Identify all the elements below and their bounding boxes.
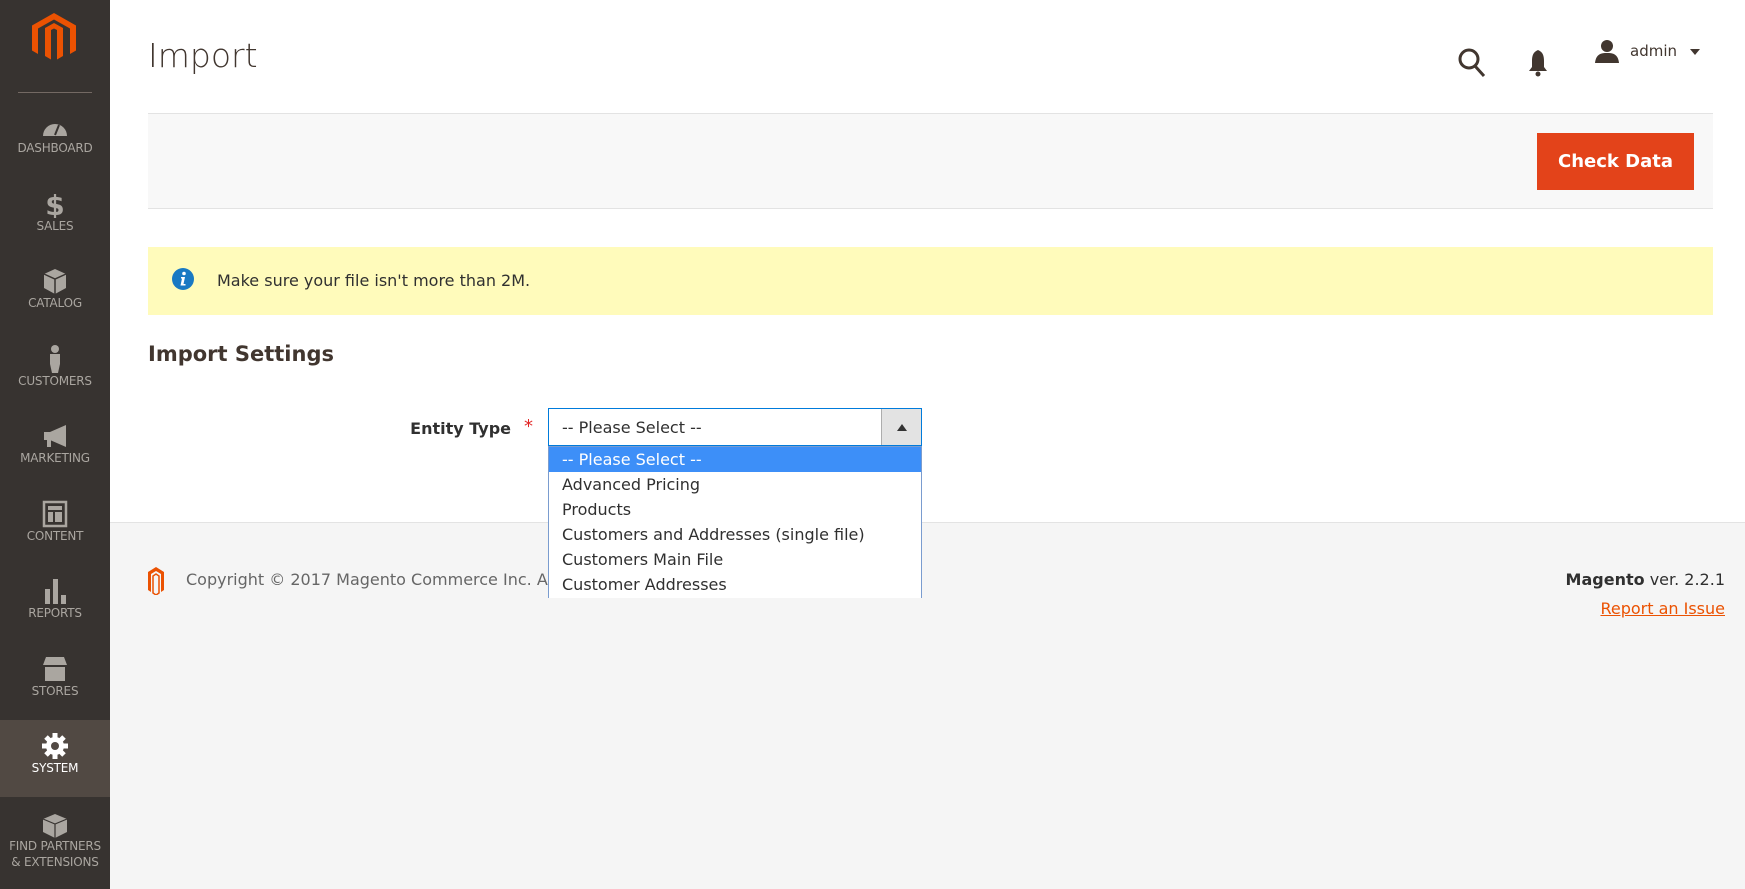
entity-type-options[interactable]: -- Please Select -- Advanced Pricing Produ…: [548, 446, 922, 598]
gear-icon: [42, 733, 68, 759]
dashboard-icon: [43, 124, 67, 136]
option-item[interactable]: Customers and Addresses (single file): [549, 522, 921, 547]
option-item[interactable]: -- Please Select --: [549, 447, 921, 472]
sidebar-item-content[interactable]: CONTENT: [0, 488, 110, 565]
report-issue-link[interactable]: Report an Issue: [1600, 599, 1725, 618]
sidebar-item-label: REPORTS: [28, 606, 82, 620]
sidebar-item-label: CATALOG: [28, 296, 82, 310]
sidebar-item-label: SYSTEM: [31, 761, 79, 775]
sidebar-item-system[interactable]: SYSTEM: [0, 720, 110, 797]
magento-logo[interactable]: [30, 13, 78, 63]
lego-icon: [42, 813, 68, 838]
sidebar-item-label: CUSTOMERS: [18, 373, 92, 388]
sidebar-item-stores[interactable]: STORES: [0, 643, 110, 720]
option-item[interactable]: Advanced Pricing: [549, 472, 921, 497]
sidebar-item-sales[interactable]: $ SALES: [0, 178, 110, 255]
sidebar-item-label: SALES: [36, 218, 74, 233]
bar-chart-icon: [45, 579, 66, 604]
user-icon[interactable]: [1595, 39, 1619, 63]
select-value: -- Please Select --: [562, 418, 702, 437]
person-icon: [50, 344, 60, 373]
svg-text:$: $: [45, 190, 64, 218]
box-icon: [43, 269, 67, 294]
store-icon: [43, 656, 67, 681]
sidebar: DASHBOARD $ SALES CATALOG CUSTOMERS MARKETING…: [0, 0, 110, 889]
admin-user-menu[interactable]: admin: [1630, 42, 1677, 60]
sidebar-item-marketing[interactable]: MARKETING: [0, 410, 110, 487]
layout-icon: [42, 500, 68, 527]
sidebar-item-label: STORES: [31, 683, 79, 698]
brand-name: Magento: [1565, 570, 1645, 589]
sidebar-item-customers[interactable]: CUSTOMERS: [0, 333, 110, 410]
dollar-icon: $: [45, 190, 64, 218]
info-icon: [172, 268, 194, 290]
check-data-button[interactable]: Check Data: [1537, 133, 1694, 190]
version-text: ver. 2.2.1: [1644, 570, 1725, 589]
page-actions-bar: [148, 113, 1713, 209]
option-item[interactable]: Products: [549, 497, 921, 522]
bell-icon[interactable]: [1528, 49, 1548, 77]
entity-type-label: Entity Type: [410, 419, 511, 438]
sidebar-item-label: DASHBOARD: [17, 141, 93, 155]
entity-type-select[interactable]: -- Please Select --: [548, 408, 922, 446]
sidebar-item-dashboard[interactable]: DASHBOARD: [0, 100, 110, 177]
info-message-text: Make sure your file isn't more than 2M.: [217, 271, 531, 290]
footer-magento-logo: [148, 567, 164, 595]
info-message: Make sure your file isn't more than 2M.: [148, 247, 1713, 315]
sidebar-item-label: CONTENT: [26, 528, 84, 543]
megaphone-icon: [44, 425, 66, 447]
search-icon[interactable]: [1458, 48, 1486, 78]
sidebar-divider: [18, 92, 92, 93]
sidebar-item-find[interactable]: FIND PARTNERS & EXTENSIONS: [0, 798, 110, 875]
chevron-up-icon: [897, 424, 907, 431]
option-item[interactable]: Customers Main File: [549, 547, 921, 572]
sidebar-item-label: FIND PARTNERS & EXTENSIONS: [9, 838, 101, 869]
select-arrow[interactable]: [881, 409, 921, 445]
sidebar-item-catalog[interactable]: CATALOG: [0, 255, 110, 332]
option-item[interactable]: Customer Addresses: [549, 572, 921, 597]
version-info: Magento ver. 2.2.1: [1566, 570, 1725, 589]
sidebar-item-reports[interactable]: REPORTS: [0, 565, 110, 642]
section-title: Import Settings: [148, 342, 334, 366]
required-mark: *: [524, 416, 533, 437]
chevron-down-icon[interactable]: [1690, 49, 1700, 55]
page-title: Import: [148, 36, 258, 75]
sidebar-item-label: MARKETING: [20, 451, 90, 465]
